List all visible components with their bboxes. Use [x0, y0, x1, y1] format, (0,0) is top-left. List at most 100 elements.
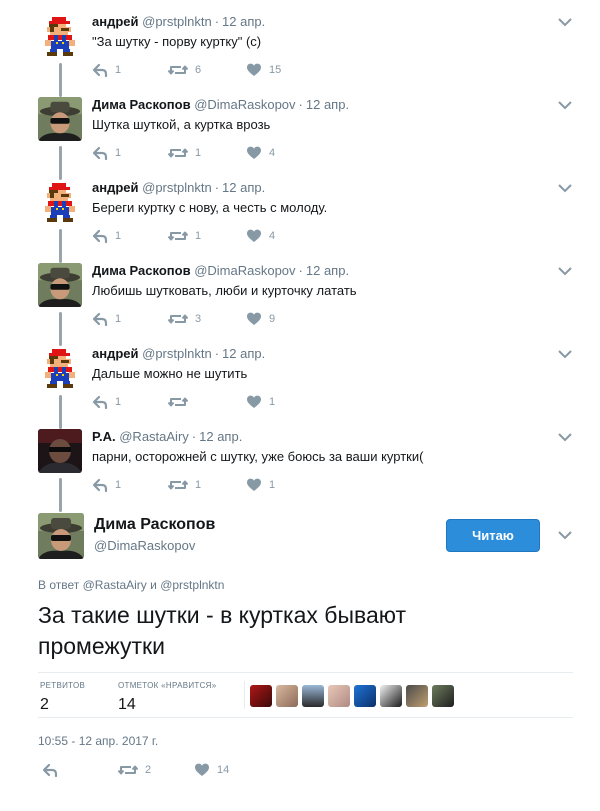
main-tweet: Дима Раскопов @DimaRaskopov Читаю В отве… — [0, 498, 600, 811]
liker-avatar[interactable] — [302, 685, 324, 707]
retweet-button[interactable] — [168, 394, 195, 410]
avatar[interactable] — [38, 429, 82, 473]
chevron-down-icon[interactable] — [557, 16, 573, 28]
like-button[interactable]: 4 — [246, 228, 275, 244]
retweet-count: 3 — [195, 313, 202, 325]
reply-button[interactable]: 1 — [92, 311, 121, 327]
liker-avatar[interactable] — [406, 685, 428, 707]
retweet-button[interactable]: 1 — [168, 477, 201, 493]
reply-count: 1 — [115, 479, 122, 491]
tweet-time[interactable]: 12 апр. — [306, 263, 349, 278]
reply-button[interactable]: 1 — [92, 228, 121, 244]
retweet-count: 1 — [195, 479, 202, 491]
reply-button[interactable]: 1 — [92, 62, 121, 78]
heart-icon — [247, 63, 261, 76]
tweet-text: Береги куртку с нову, а честь с молоду. — [92, 200, 328, 215]
mention-link[interactable]: @RastaAiry — [83, 578, 147, 592]
author-name[interactable]: андрей — [92, 14, 139, 29]
author-name[interactable]: андрей — [92, 346, 139, 361]
thread-tweet[interactable]: Дима Раскопов @DimaRaskopov · 12 апр. Любиш… — [0, 249, 600, 346]
avatar[interactable] — [38, 346, 82, 390]
author-name[interactable]: Дима Раскопов — [92, 97, 191, 112]
following-button[interactable]: Читаю — [446, 519, 540, 552]
avatar[interactable] — [38, 180, 82, 224]
chevron-down-icon[interactable] — [557, 348, 573, 360]
thread-tweet[interactable]: андрей @prstplnktn · 12 апр. Дальше можно н… — [0, 332, 600, 429]
timestamp[interactable]: 10:55 - 12 апр. 2017 г. — [38, 734, 158, 748]
liker-avatar[interactable] — [276, 685, 298, 707]
avatar[interactable] — [38, 14, 82, 58]
reply-button[interactable] — [42, 762, 58, 778]
like-button[interactable]: 1 — [246, 394, 275, 410]
tweet-actions: 11 — [92, 394, 332, 410]
heart-icon — [247, 229, 261, 242]
mention-link[interactable]: @prstplnktn — [160, 578, 224, 592]
tweet-header: андрей @prstplnktn · 12 апр. — [92, 346, 265, 361]
likes-stat[interactable]: ОТМЕТОК «НРАВИТСЯ» 14 — [118, 681, 216, 714]
like-button[interactable]: 14 — [194, 762, 229, 778]
chevron-down-icon[interactable] — [557, 431, 573, 443]
author-handle[interactable]: @DimaRaskopov — [194, 263, 295, 278]
reply-button[interactable]: 1 — [92, 477, 121, 493]
author-handle[interactable]: @DimaRaskopov — [94, 538, 195, 553]
tweet-time[interactable]: 12 апр. — [222, 346, 265, 361]
tweet-time[interactable]: 12 апр. — [222, 14, 265, 29]
liker-avatar[interactable] — [328, 685, 350, 707]
like-button[interactable]: 4 — [246, 145, 275, 161]
author-handle[interactable]: @prstplnktn — [142, 14, 212, 29]
author-handle[interactable]: @prstplnktn — [142, 346, 212, 361]
retweets-stat[interactable]: РЕТВИТОВ 2 — [40, 681, 85, 714]
reply-button[interactable]: 1 — [92, 145, 121, 161]
author-name[interactable]: андрей — [92, 180, 139, 195]
author-name[interactable]: Дима Раскопов — [94, 516, 215, 534]
retweets-label: РЕТВИТОВ — [40, 681, 86, 690]
retweet-icon — [168, 480, 188, 490]
liker-avatar[interactable] — [380, 685, 402, 707]
author-name[interactable]: P.A. — [92, 429, 116, 444]
retweet-button[interactable]: 3 — [168, 311, 201, 327]
tweet-time[interactable]: 12 апр. — [306, 97, 349, 112]
tweet-text: Любишь шутковать, люби и курточку латать — [92, 283, 357, 298]
like-button[interactable]: 15 — [246, 62, 281, 78]
chevron-down-icon[interactable] — [557, 265, 573, 277]
tweet-time[interactable]: 12 апр. — [199, 429, 242, 444]
chevron-down-icon[interactable] — [557, 182, 573, 194]
avatar[interactable] — [38, 513, 84, 559]
liker-avatar[interactable] — [354, 685, 376, 707]
likes-label: ОТМЕТОК «НРАВИТСЯ» — [118, 681, 217, 690]
author-name[interactable]: Дима Раскопов — [92, 263, 191, 278]
author-handle[interactable]: @RastaAiry — [119, 429, 189, 444]
author-handle[interactable]: @DimaRaskopov — [194, 97, 295, 112]
tweet-time[interactable]: 12 апр. — [222, 180, 265, 195]
chevron-down-icon[interactable] — [557, 529, 573, 541]
retweet-count: 2 — [145, 764, 152, 776]
replying-to: В ответ @RastaAiry и @prstplnktn — [38, 578, 224, 592]
retweet-button[interactable]: 6 — [168, 62, 201, 78]
thread-tweet[interactable]: андрей @prstplnktn · 12 апр. "За шутку - по… — [0, 0, 600, 97]
like-button[interactable]: 1 — [246, 477, 275, 493]
liker-avatar[interactable] — [432, 685, 454, 707]
retweets-count: 2 — [40, 696, 49, 713]
avatar[interactable] — [38, 263, 82, 307]
avatar[interactable] — [38, 97, 82, 141]
tweet-header: андрей @prstplnktn · 12 апр. — [92, 180, 265, 195]
like-count: 1 — [269, 396, 276, 408]
retweet-button[interactable]: 1 — [168, 228, 201, 244]
tweet-text: парни, осторожней с шутку, уже боюсь за … — [92, 449, 424, 464]
thread-tweet[interactable]: андрей @prstplnktn · 12 апр. Береги куртку … — [0, 166, 600, 263]
chevron-down-icon[interactable] — [557, 99, 573, 111]
retweet-button[interactable]: 1 — [168, 145, 201, 161]
tweet-actions: 1 1 4 — [92, 145, 332, 161]
separator-dot: · — [214, 180, 220, 195]
retweet-icon — [118, 765, 138, 775]
thread-tweet[interactable]: Дима Раскопов @DimaRaskopov · 12 апр. Шутка… — [0, 83, 600, 180]
like-button[interactable]: 9 — [246, 311, 275, 327]
tweet-text: За такие шутки - в куртках бывают промеж… — [38, 602, 407, 659]
like-count: 14 — [217, 764, 230, 776]
author-handle[interactable]: @prstplnktn — [142, 180, 212, 195]
liker-avatar[interactable] — [250, 685, 272, 707]
separator-dot: · — [298, 263, 303, 278]
thread-tweet[interactable]: P.A. @RastaAiry · 12 апр. парни, осторожней… — [0, 415, 600, 512]
retweet-button[interactable]: 2 — [118, 762, 151, 778]
reply-button[interactable]: 1 — [92, 394, 121, 410]
